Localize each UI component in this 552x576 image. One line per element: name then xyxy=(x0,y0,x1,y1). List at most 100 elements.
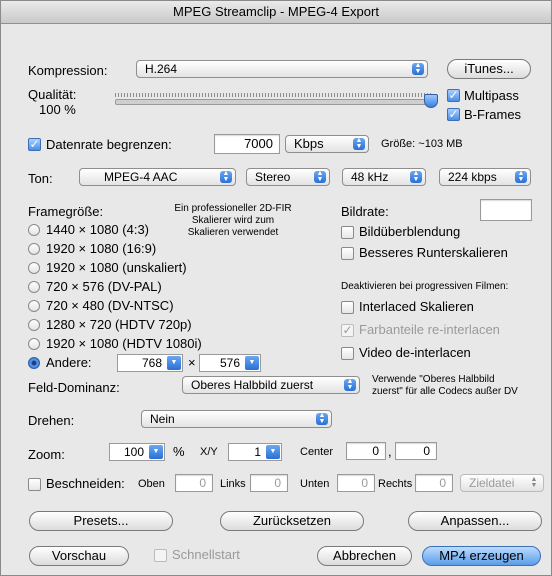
framesize-width-value: 768 xyxy=(141,356,162,370)
framesize-width-combo[interactable]: 768 ▼ xyxy=(117,354,183,372)
audio-codec-value: MPEG-4 AAC xyxy=(104,170,178,184)
audio-channels-select[interactable]: Stereo ▲ ▼ xyxy=(246,168,330,186)
center-label: Center xyxy=(300,446,334,458)
quickstart-label: Schnellstart xyxy=(172,547,240,562)
crop-top-label: Oben xyxy=(138,478,165,490)
datarate-unit-select[interactable]: Kbps ▲ ▼ xyxy=(285,135,369,153)
presets-button[interactable]: Presets... xyxy=(29,511,173,531)
framesize-radio-other[interactable] xyxy=(28,357,40,369)
field-dominance-note: Verwende "Oberes Halbbild zuerst" für al… xyxy=(372,374,518,397)
updown-arrows-icon: ▲ ▼ xyxy=(316,412,328,425)
deinterlace-label: Video de-interlacen xyxy=(359,345,471,360)
framesize-height-value: 576 xyxy=(219,356,240,370)
audio-bitrate-select[interactable]: 224 kbps ▲ ▼ xyxy=(439,168,531,186)
audio-bitrate-value: 224 kbps xyxy=(448,170,497,184)
progressive-note: Deaktivieren bei progressiven Filmen: xyxy=(341,281,509,292)
blend-label: Bildüberblendung xyxy=(359,224,461,239)
chevron-down-icon: ▼ xyxy=(245,356,259,370)
multipass-label: Multipass xyxy=(464,88,519,103)
downscale-checkbox[interactable] xyxy=(341,247,354,260)
framesize-option-label: 1920 × 1080 (16:9) xyxy=(46,241,157,256)
framerate-label: Bildrate: xyxy=(341,204,389,219)
chevron-down-icon: ▼ xyxy=(167,356,181,370)
framesize-radio-1920x1080[interactable] xyxy=(28,243,40,255)
chevron-down-icon: ▼ xyxy=(149,445,163,459)
framesize-radio-720p[interactable] xyxy=(28,319,40,331)
cancel-button[interactable]: Abbrechen xyxy=(317,546,412,566)
updown-arrows-icon: ▲ ▼ xyxy=(410,170,422,183)
framesize-radio-1920x1080-unscaled[interactable] xyxy=(28,262,40,274)
rotate-select[interactable]: Nein ▲ ▼ xyxy=(141,410,332,428)
crop-right-input[interactable]: 0 xyxy=(415,474,453,492)
crop-checkbox[interactable] xyxy=(28,478,41,491)
itunes-button[interactable]: iTunes... xyxy=(447,59,531,79)
updown-arrows-icon: ▲ ▼ xyxy=(220,170,232,183)
xy-label: X/Y xyxy=(200,446,218,458)
framesize-radio-dv-pal[interactable] xyxy=(28,281,40,293)
framesize-radio-dv-ntsc[interactable] xyxy=(28,300,40,312)
center-x-input[interactable]: 0 xyxy=(346,442,386,460)
framesize-label: Framegröße: xyxy=(28,204,104,219)
framesize-height-combo[interactable]: 576 ▼ xyxy=(199,354,261,372)
crop-target-select[interactable]: Zieldatei ▲ ▼ xyxy=(460,474,544,492)
interlaced-scaling-checkbox[interactable] xyxy=(341,301,354,314)
zoom-combo[interactable]: 100 ▼ xyxy=(109,443,165,461)
zoom-value: 100 xyxy=(123,445,144,459)
multipass-checkbox[interactable]: ✓ xyxy=(447,89,460,102)
crop-right-label: Rechts xyxy=(378,478,413,490)
field-dominance-label: Feld-Dominanz: xyxy=(28,380,120,395)
reset-button[interactable]: Zurücksetzen xyxy=(220,511,364,531)
xy-value: 1 xyxy=(254,445,261,459)
datarate-input[interactable]: 7000 xyxy=(214,134,280,154)
crop-left-label: Links xyxy=(220,478,246,490)
xy-combo[interactable]: 1 ▼ xyxy=(228,443,282,461)
quality-slider[interactable] xyxy=(115,99,433,105)
chroma-reinterlace-checkbox[interactable]: ✓ xyxy=(341,324,354,337)
preview-button[interactable]: Vorschau xyxy=(29,546,129,566)
audio-label: Ton: xyxy=(28,171,53,186)
framesize-radio-1440x1080[interactable] xyxy=(28,224,40,236)
datarate-checkbox[interactable]: ✓ xyxy=(28,138,41,151)
compression-label: Kompression: xyxy=(28,63,108,78)
rotate-value: Nein xyxy=(150,412,175,426)
bframes-label: B-Frames xyxy=(464,107,522,122)
size-estimate: Größe: ~103 MB xyxy=(381,138,463,150)
crop-top-input[interactable]: 0 xyxy=(175,474,213,492)
window-title: MPEG Streamclip - MPEG-4 Export xyxy=(1,1,551,24)
updown-arrows-icon: ▲ ▼ xyxy=(353,137,365,150)
audio-rate-select[interactable]: 48 kHz ▲ ▼ xyxy=(342,168,426,186)
times-sign: × xyxy=(188,355,196,370)
interlaced-scaling-label: Interlaced Skalieren xyxy=(359,299,474,314)
updown-arrows-icon: ▲ ▼ xyxy=(530,476,538,489)
center-separator: , xyxy=(388,444,392,459)
chevron-down-icon: ▼ xyxy=(266,445,280,459)
export-window: MPEG Streamclip - MPEG-4 Export Kompress… xyxy=(0,0,552,576)
audio-channels-value: Stereo xyxy=(255,170,291,184)
crop-label: Beschneiden: xyxy=(46,476,125,491)
blend-checkbox[interactable] xyxy=(341,226,354,239)
crop-left-input[interactable]: 0 xyxy=(250,474,288,492)
framesize-option-label: 720 × 576 (DV-PAL) xyxy=(46,279,162,294)
framesize-option-label: 1920 × 1080 (unskaliert) xyxy=(46,260,187,275)
crop-bottom-input[interactable]: 0 xyxy=(337,474,375,492)
updown-arrows-icon: ▲ ▼ xyxy=(344,378,356,391)
adjust-button[interactable]: Anpassen... xyxy=(408,511,542,531)
updown-arrows-icon: ▲ ▼ xyxy=(412,62,424,75)
audio-rate-value: 48 kHz xyxy=(351,170,389,184)
audio-codec-select[interactable]: MPEG-4 AAC ▲ ▼ xyxy=(79,168,236,186)
quality-label: Qualität: xyxy=(28,87,77,102)
updown-arrows-icon: ▲ ▼ xyxy=(515,170,527,183)
downscale-label: Besseres Runterskalieren xyxy=(359,245,508,260)
bframes-checkbox[interactable]: ✓ xyxy=(447,108,460,121)
framerate-input[interactable] xyxy=(480,199,532,221)
field-dominance-select[interactable]: Oberes Halbbild zuerst ▲ ▼ xyxy=(182,376,360,394)
scaler-note: Ein professioneller 2D-FIR Skalierer wir… xyxy=(174,203,292,238)
compression-select[interactable]: H.264 ▲ ▼ xyxy=(136,60,428,78)
framesize-radio-1080i[interactable] xyxy=(28,338,40,350)
quickstart-checkbox[interactable] xyxy=(154,549,167,562)
create-mp4-button[interactable]: MP4 erzeugen xyxy=(422,546,541,566)
deinterlace-checkbox[interactable] xyxy=(341,347,354,360)
center-y-input[interactable]: 0 xyxy=(395,442,437,460)
field-dominance-value: Oberes Halbbild zuerst xyxy=(191,378,314,392)
quality-slider-knob[interactable] xyxy=(424,94,438,108)
